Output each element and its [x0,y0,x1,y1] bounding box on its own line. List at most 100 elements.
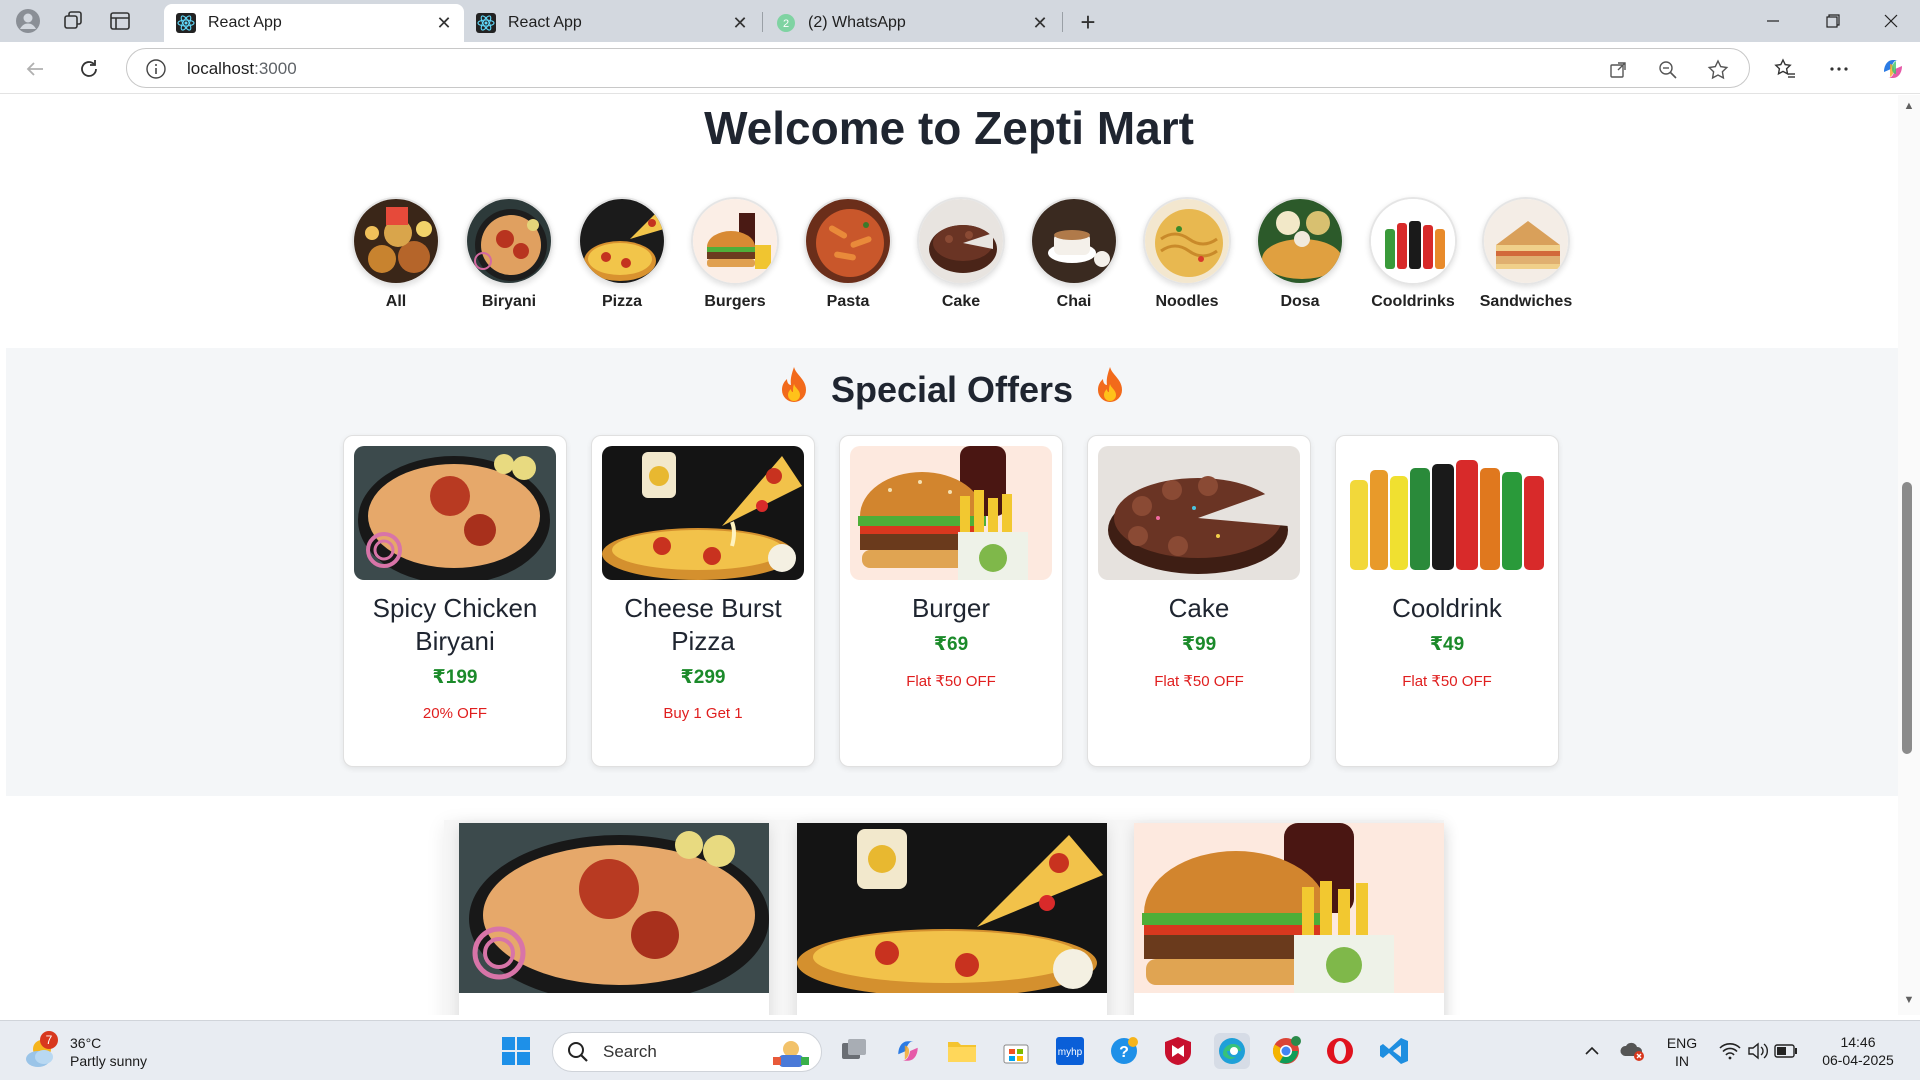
pasta-image [804,197,892,285]
category-pasta[interactable]: Pasta [792,197,904,311]
windows-taskbar: 7 36°C Partly sunny Search myhp ? ENG IN… [0,1020,1920,1080]
address-bar[interactable]: localhost:3000 [126,48,1750,88]
offer-name: Cooldrink [1392,593,1502,623]
vertical-tabs-icon[interactable] [102,3,138,39]
battery-icon[interactable] [1768,1033,1804,1069]
offer-price: ₹199 [432,667,478,688]
zoom-out-icon[interactable] [1655,57,1681,83]
close-tab-icon[interactable]: ✕ [1026,9,1054,37]
category-burgers[interactable]: Burgers [679,197,791,311]
all-food-image [352,197,440,285]
open-in-app-icon[interactable] [1605,57,1631,83]
offer-deal: Buy 1 Get 1 [663,705,743,722]
new-tab-icon[interactable]: + [1072,6,1104,38]
category-label: Chai [1056,293,1092,310]
noodles-image [1143,197,1231,285]
category-label: Noodles [1155,293,1219,310]
weather-temp: 36°C [70,1035,102,1051]
category-label: Dosa [1280,293,1320,310]
windows-start-icon[interactable] [498,1033,534,1069]
task-view-icon[interactable] [836,1033,872,1069]
tab-title: (2) WhatsApp [808,14,906,31]
sandwich-image [1482,197,1570,285]
browser-toolbar: localhost:3000 [0,42,1920,94]
svg-text:myhp: myhp [1058,1047,1083,1058]
refresh-icon[interactable] [72,52,106,86]
mcafee-icon[interactable] [1160,1033,1196,1069]
offer-card-cake[interactable]: Cake ₹99 Flat ₹50 OFF [1087,435,1311,767]
close-window-icon[interactable] [1862,0,1920,42]
offer-price: ₹49 [1429,634,1465,655]
tab-react-app-active[interactable]: React App ✕ [164,4,464,42]
file-explorer-icon[interactable] [944,1033,980,1069]
favorite-star-icon[interactable] [1705,57,1731,83]
offer-deal: Flat ₹50 OFF [906,673,996,690]
back-icon[interactable] [18,52,52,86]
category-pizza[interactable]: Pizza [566,197,678,311]
category-label: Pizza [601,293,642,310]
offer-deal: Flat ₹50 OFF [1154,673,1244,690]
category-label: Cooldrinks [1371,293,1455,310]
system-clock[interactable]: 14:46 06-04-2025 [1810,1033,1906,1069]
scroll-up-icon[interactable]: ▲ [1900,100,1918,114]
weather-desc: Partly sunny [70,1053,148,1069]
category-label: Biryani [481,293,537,310]
site-info-icon[interactable] [145,58,167,80]
offer-name: Spicy Chicken Biryani [372,593,538,656]
category-cake[interactable]: Cake [905,197,1017,311]
microsoft-store-icon[interactable] [998,1033,1034,1069]
tab-separator [762,12,763,32]
offer-card-biryani[interactable]: Spicy Chicken Biryani ₹199 20% OFF [343,435,567,767]
category-label: Sandwiches [1479,293,1573,310]
tab-separator [1062,12,1063,32]
offer-name: Cheese Burst Pizza [624,593,782,656]
cooldrinks-image [1369,197,1457,285]
myhp-icon[interactable]: myhp [1052,1033,1088,1069]
taskbar-search[interactable]: Search [552,1032,822,1072]
category-noodles[interactable]: Noodles [1131,197,1243,311]
opera-icon[interactable] [1322,1033,1358,1069]
language-indicator[interactable]: ENG IN [1664,1034,1700,1070]
category-dosa[interactable]: Dosa [1244,197,1356,311]
offer-card-cooldrink[interactable]: Cooldrink ₹49 Flat ₹50 OFF [1335,435,1559,767]
offer-name: Cake [1168,593,1230,623]
offer-card-pizza[interactable]: Cheese Burst Pizza ₹299 Buy 1 Get 1 [591,435,815,767]
onedrive-error-icon[interactable] [1614,1033,1650,1069]
profile-icon[interactable] [10,3,46,39]
category-cooldrinks[interactable]: Cooldrinks [1357,197,1469,311]
react-logo-icon [476,13,496,33]
tab-react-app[interactable]: React App ✕ [464,4,760,42]
category-all[interactable]: All [340,197,452,311]
category-chai[interactable]: Chai [1018,197,1130,311]
chrome-icon[interactable] [1268,1033,1304,1069]
offer-price: ₹99 [1181,634,1217,655]
chai-image [1030,197,1118,285]
close-tab-icon[interactable]: ✕ [726,9,754,37]
category-label: Burgers [704,293,766,310]
edge-browser-icon[interactable] [1214,1033,1250,1069]
offer-card-burger[interactable]: Burger ₹69 Flat ₹50 OFF [839,435,1063,767]
minimize-icon[interactable] [1744,0,1802,42]
tab-title: React App [508,14,582,31]
chevron-up-icon[interactable] [1574,1033,1610,1069]
search-label: Search [603,1042,657,1061]
weather-badge: 7 [40,1031,58,1049]
category-biryani[interactable]: Biryani [453,197,565,311]
close-tab-icon[interactable]: ✕ [430,9,458,37]
scrollbar-thumb[interactable] [1902,482,1912,754]
more-options-icon[interactable] [1824,54,1854,84]
tab-whatsapp[interactable]: 2 (2) WhatsApp ✕ [764,4,1060,42]
category-label: All [385,293,407,310]
special-offers-heading: Special Offers [6,366,1898,413]
copilot-app-icon[interactable] [890,1033,926,1069]
get-help-icon[interactable]: ? [1106,1033,1142,1069]
category-label: Cake [941,293,981,310]
restore-icon[interactable] [1804,0,1862,42]
favorites-icon[interactable] [1770,54,1800,84]
workspaces-icon[interactable] [56,3,92,39]
scroll-down-icon[interactable]: ▼ [1900,994,1918,1008]
copilot-icon[interactable] [1878,54,1908,84]
category-sandwiches[interactable]: Sandwiches [1470,197,1582,311]
vscode-icon[interactable] [1376,1033,1412,1069]
weather-widget[interactable]: 7 36°C Partly sunny [24,1031,147,1073]
